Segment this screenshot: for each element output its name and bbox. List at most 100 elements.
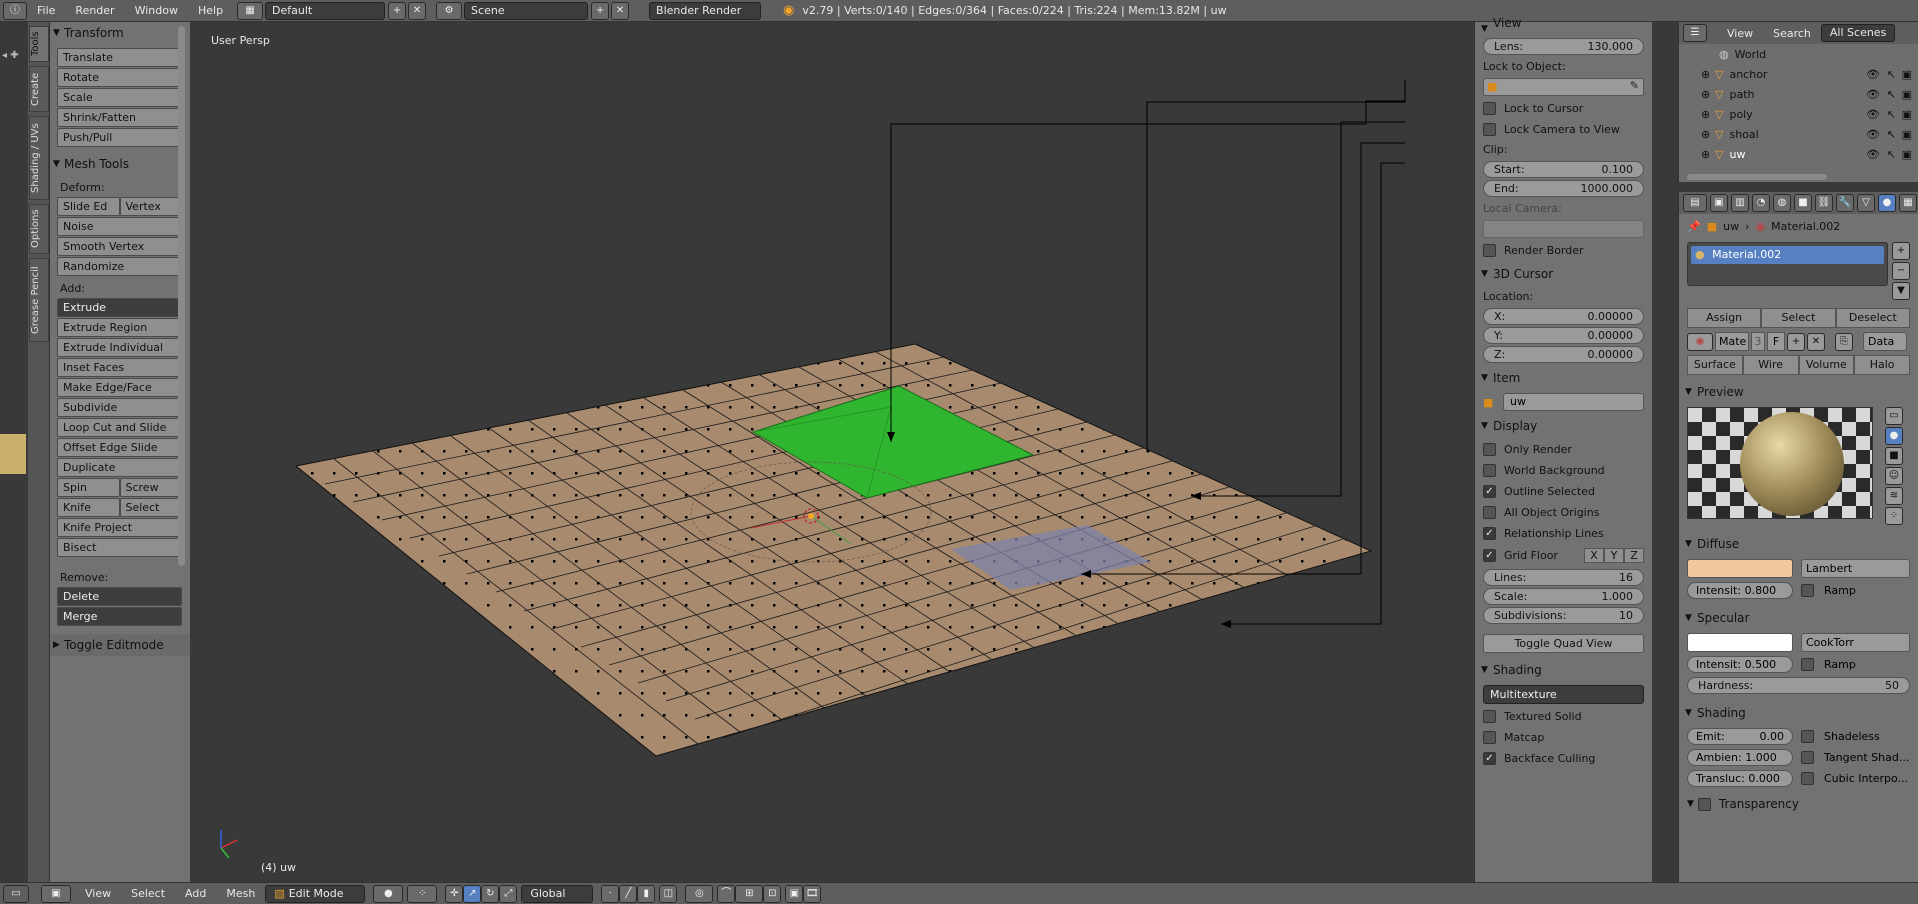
- copy-material-icon[interactable]: ⎘: [1835, 332, 1853, 351]
- preview-plane-icon[interactable]: ▭: [1885, 407, 1903, 425]
- new-material-icon[interactable]: +: [1787, 332, 1805, 351]
- mode-select[interactable]: ▧ Edit Mode: [265, 884, 366, 903]
- outliner-row-world[interactable]: ◍ World: [1679, 44, 1918, 64]
- render-animation-icon[interactable]: 🎞: [803, 884, 822, 903]
- menu-file[interactable]: File: [27, 4, 65, 17]
- render-engine-select[interactable]: Blender Render: [649, 1, 762, 20]
- renderability-camera-icon[interactable]: ▣: [1902, 88, 1912, 101]
- view-panel-header[interactable]: View: [1475, 16, 1652, 36]
- checkbox-box[interactable]: [1801, 772, 1814, 785]
- proportional-edit-icon[interactable]: ◎: [685, 884, 714, 903]
- deselect-button[interactable]: Deselect: [1835, 308, 1910, 328]
- item-panel-header[interactable]: Item: [1475, 365, 1652, 391]
- assign-button[interactable]: Assign: [1687, 308, 1762, 328]
- expand-toggle-icon[interactable]: ⊕: [1701, 88, 1715, 101]
- menu-select[interactable]: Select: [121, 887, 175, 900]
- delete-dropdown[interactable]: Delete: [57, 587, 182, 606]
- clip-start-field[interactable]: Start: 0.100: [1483, 161, 1644, 178]
- expand-arrows-icon[interactable]: ◂ ✚: [2, 50, 19, 61]
- unlink-material-icon[interactable]: ✕: [1807, 332, 1825, 351]
- tab-volume[interactable]: Volume: [1798, 355, 1855, 375]
- backface-culling-checkbox[interactable]: ✓ Backface Culling: [1475, 748, 1652, 769]
- area-divider[interactable]: [1652, 22, 1678, 882]
- grid-subdivisions-field[interactable]: Subdivisions: 10: [1483, 607, 1644, 624]
- only-render-checkbox[interactable]: Only Render: [1475, 439, 1652, 460]
- world-background-checkbox[interactable]: World Background: [1475, 460, 1652, 481]
- outliner-row-poly[interactable]: ⊕ ▽ poly 👁 ↖ ▣: [1679, 104, 1918, 124]
- selectability-cursor-icon[interactable]: ↖: [1887, 128, 1896, 141]
- visibility-eye-icon[interactable]: 👁: [1866, 88, 1880, 101]
- knife-select-button[interactable]: Select: [119, 498, 182, 517]
- clip-end-field[interactable]: End: 1000.000: [1483, 180, 1644, 197]
- add-scene-icon[interactable]: +: [591, 1, 610, 20]
- menu-view[interactable]: View: [75, 887, 121, 900]
- lens-field[interactable]: Lens: 130.000: [1483, 38, 1644, 55]
- selectability-cursor-icon[interactable]: ↖: [1887, 68, 1896, 81]
- knife-project-button[interactable]: Knife Project: [57, 518, 182, 537]
- checkbox-box[interactable]: [1801, 751, 1814, 764]
- tab-options[interactable]: Options: [29, 204, 49, 254]
- preview-cube-icon[interactable]: ■: [1885, 447, 1903, 465]
- selectability-cursor-icon[interactable]: ↖: [1887, 148, 1896, 161]
- specular-intensity-field[interactable]: Intensit: 0.500: [1687, 656, 1793, 673]
- hardness-field[interactable]: Hardness: 50: [1687, 677, 1910, 694]
- spin-button[interactable]: Spin: [57, 478, 120, 497]
- scale-manipulator-icon[interactable]: ⤢: [499, 884, 518, 903]
- expand-toggle-icon[interactable]: ⊕: [1701, 68, 1715, 81]
- slide-edge-button[interactable]: Slide Ed: [57, 197, 120, 216]
- constraints-tab-icon[interactable]: ⛓: [1815, 194, 1833, 212]
- preview-sphere-icon[interactable]: ●: [1885, 427, 1903, 445]
- rotate-manipulator-icon[interactable]: ↻: [481, 884, 500, 903]
- world-tab-icon[interactable]: ◍: [1773, 194, 1791, 212]
- link-mode-select[interactable]: Data: [1863, 332, 1907, 351]
- smooth-vertex-button[interactable]: Smooth Vertex: [57, 237, 182, 256]
- cursor-z-field[interactable]: Z: 0.00000: [1483, 346, 1644, 363]
- 3d-viewport[interactable]: User Persp (4) uw: [191, 22, 1474, 882]
- visibility-eye-icon[interactable]: 👁: [1866, 148, 1880, 161]
- cursor-x-field[interactable]: X: 0.00000: [1483, 308, 1644, 325]
- tool-shelf-scrollbar[interactable]: [178, 26, 185, 566]
- preview-monkey-icon[interactable]: ☺: [1885, 467, 1903, 485]
- offset-edge-slide-button[interactable]: Offset Edge Slide: [57, 438, 182, 457]
- eyedropper-icon[interactable]: ✎: [1630, 79, 1639, 92]
- view3d-editor-icon[interactable]: ▣: [41, 884, 71, 903]
- preview-panel-header[interactable]: Preview: [1679, 379, 1918, 405]
- axis-y-toggle[interactable]: Y: [1604, 548, 1624, 563]
- fake-user-toggle[interactable]: F: [1767, 332, 1785, 351]
- inset-faces-button[interactable]: Inset Faces: [57, 358, 182, 377]
- translucency-field[interactable]: Transluc: 0.000: [1687, 770, 1793, 787]
- snap-toggle-icon[interactable]: ⌒: [717, 884, 736, 903]
- shading-panel-header[interactable]: Shading: [1475, 657, 1652, 683]
- outliner-menu-view[interactable]: View: [1717, 27, 1763, 40]
- menu-add[interactable]: Add: [175, 887, 216, 900]
- screen-layout-icon[interactable]: ▦: [237, 1, 264, 20]
- diffuse-color-swatch[interactable]: [1687, 559, 1793, 578]
- outliner-hscrollbar[interactable]: [1687, 174, 1827, 180]
- data-tab-icon[interactable]: ▽: [1857, 194, 1875, 212]
- expand-toggle-icon[interactable]: ⊕: [1701, 108, 1715, 121]
- toggle-editmode-header[interactable]: ▶ Toggle Editmode: [50, 634, 190, 656]
- screw-button[interactable]: Screw: [119, 478, 182, 497]
- visibility-eye-icon[interactable]: 👁: [1866, 108, 1880, 121]
- renderability-camera-icon[interactable]: ▣: [1902, 68, 1912, 81]
- bisect-button[interactable]: Bisect: [57, 538, 182, 557]
- axis-x-toggle[interactable]: X: [1584, 548, 1604, 563]
- push-pull-button[interactable]: Push/Pull: [57, 128, 182, 147]
- specular-color-swatch[interactable]: [1687, 633, 1793, 652]
- shading-material-panel-header[interactable]: Shading: [1679, 700, 1918, 726]
- toggle-quad-view-button[interactable]: Toggle Quad View: [1483, 634, 1644, 653]
- outliner-editor-icon[interactable]: ☰: [1683, 24, 1707, 42]
- transform-panel-header[interactable]: Transform: [50, 22, 190, 44]
- preview-spheres-icon[interactable]: ⁘: [1885, 507, 1903, 525]
- matcap-checkbox[interactable]: Matcap: [1475, 727, 1652, 748]
- checkbox-box[interactable]: [1801, 584, 1814, 597]
- grid-lines-field[interactable]: Lines: 16: [1483, 569, 1644, 586]
- grid-scale-field[interactable]: Scale: 1.000: [1483, 588, 1644, 605]
- tab-create[interactable]: Create: [29, 66, 49, 112]
- 3d-cursor-panel-header[interactable]: 3D Cursor: [1475, 261, 1652, 287]
- renderability-camera-icon[interactable]: ▣: [1902, 148, 1912, 161]
- shrink-fatten-button[interactable]: Shrink/Fatten: [57, 108, 182, 127]
- pin-icon[interactable]: 📌: [1687, 220, 1701, 233]
- randomize-button[interactable]: Randomize: [57, 257, 182, 276]
- render-border-checkbox[interactable]: Render Border: [1475, 240, 1652, 261]
